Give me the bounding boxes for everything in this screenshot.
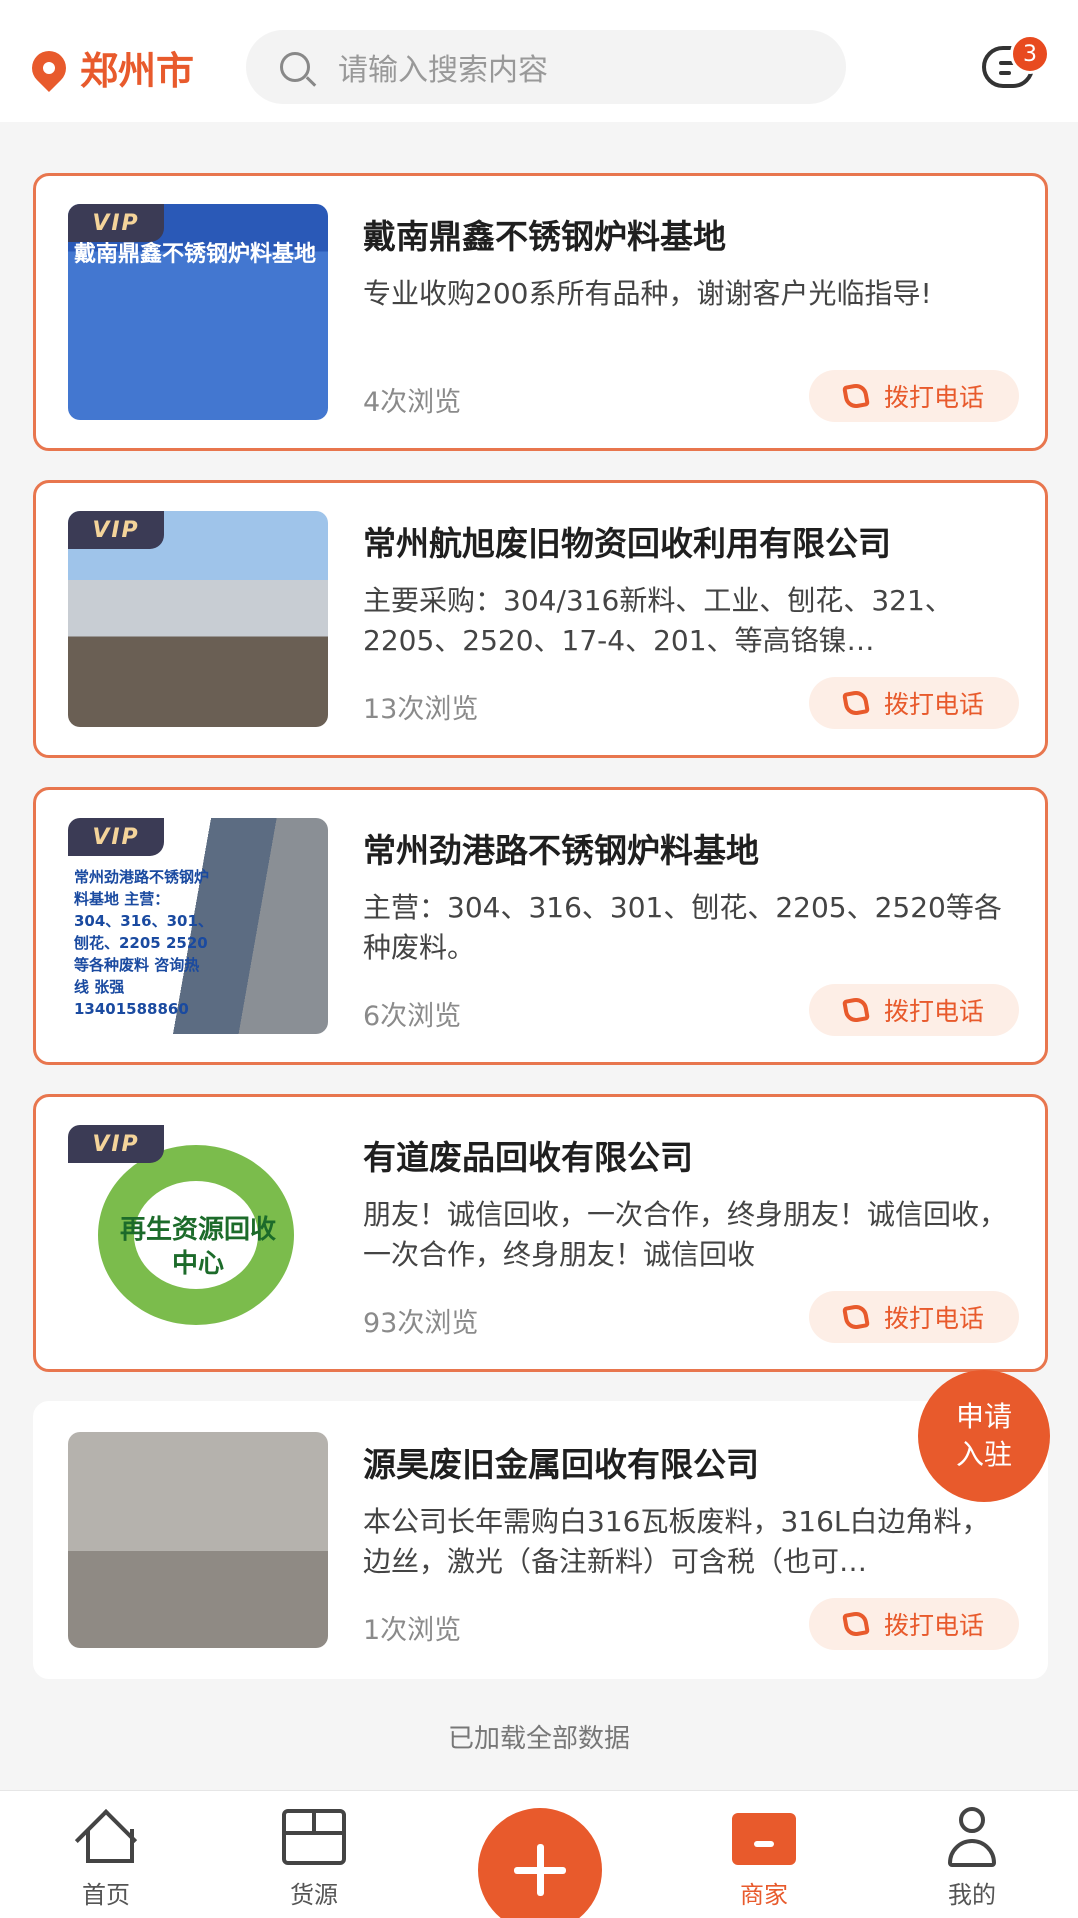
search-placeholder: 请输入搜索内容: [338, 53, 548, 88]
call-button[interactable]: 拨打电话: [809, 370, 1019, 422]
call-button-label: 拨打电话: [883, 383, 984, 412]
merchant-card[interactable]: 常州劲港路不锈钢炉料基地 主营：304、316、301、刨花、2205 2520…: [33, 787, 1048, 1065]
merchant-name: 戴南鼎鑫不锈钢炉料基地: [363, 217, 726, 256]
call-button[interactable]: 拨打电话: [809, 1598, 1019, 1650]
phone-icon: [842, 1610, 870, 1638]
phone-icon: [842, 996, 870, 1024]
merchant-name: 常州航旭废旧物资回收利用有限公司: [363, 524, 891, 563]
apply-join-line2: 入驻: [955, 1438, 1012, 1471]
location-pin-icon: [24, 43, 74, 92]
merchant-description: 本公司长年需购白316瓦板废料，316L白边角料，边丝，激光（备注新料）可含税（…: [363, 1505, 990, 1578]
tab-profile[interactable]: 我的: [902, 1791, 1042, 1918]
call-button-label: 拨打电话: [883, 997, 984, 1026]
shop-icon: [732, 1813, 796, 1865]
merchant-description: 专业收购200系所有品种，谢谢客户光临指导!: [363, 277, 932, 310]
phone-icon: [842, 689, 870, 717]
merchant-image: 再生资源回收中心 VIP: [68, 1125, 328, 1341]
apply-join-line1: 申请: [955, 1400, 1012, 1433]
view-count: 13次浏览: [363, 694, 479, 725]
merchant-name: 常州劲港路不锈钢炉料基地: [363, 831, 759, 870]
merchant-card[interactable]: 再生资源回收中心 VIP 有道废品回收有限公司 朋友！诚信回收，一次合作，终身朋…: [33, 1094, 1048, 1372]
merchant-image: VIP: [68, 511, 328, 727]
tab-label: 商家: [740, 1881, 788, 1909]
tab-label: 货源: [290, 1881, 338, 1909]
call-button[interactable]: 拨打电话: [809, 984, 1019, 1036]
tab-label: 首页: [82, 1881, 130, 1909]
city-name: 郑州市: [80, 49, 195, 93]
vip-badge: VIP: [68, 1125, 164, 1163]
search-icon: [280, 52, 310, 82]
phone-icon: [842, 382, 870, 410]
merchant-image: 常州劲港路不锈钢炉料基地 主营：304、316、301、刨花、2205 2520…: [68, 818, 328, 1034]
image-caption: 再生资源回收中心: [119, 1215, 276, 1279]
merchant-image: 戴南鼎鑫不锈钢炉料基地 VIP: [68, 204, 328, 420]
call-button-label: 拨打电话: [883, 690, 984, 719]
merchant-card[interactable]: VIP 常州航旭废旧物资回收利用有限公司 主要采购：304/316新料、工业、刨…: [33, 480, 1048, 758]
vip-badge: VIP: [68, 511, 164, 549]
message-count-badge: 3: [1010, 34, 1050, 74]
tab-label: 我的: [948, 1881, 996, 1909]
call-button-label: 拨打电话: [883, 1304, 984, 1333]
merchant-description: 主要采购：304/316新料、工业、刨花、321、2205、2520、17-4、…: [363, 584, 953, 657]
view-count: 6次浏览: [363, 1001, 462, 1032]
vip-badge: VIP: [68, 204, 164, 242]
top-bar: 郑州市 请输入搜索内容 3: [0, 0, 1078, 122]
all-loaded-text: 已加载全部数据: [447, 1724, 630, 1754]
view-count: 1次浏览: [363, 1615, 462, 1646]
apply-join-button[interactable]: 申请 入驻: [918, 1370, 1050, 1502]
tab-home[interactable]: 首页: [36, 1791, 176, 1918]
tab-goods[interactable]: 货源: [244, 1791, 384, 1918]
user-icon: [948, 1807, 996, 1869]
merchant-card[interactable]: 戴南鼎鑫不锈钢炉料基地 VIP 戴南鼎鑫不锈钢炉料基地 专业收购200系所有品种…: [33, 173, 1048, 451]
home-icon: [76, 1809, 136, 1863]
phone-icon: [842, 1303, 870, 1331]
merchant-card[interactable]: 源昊废旧金属回收有限公司 本公司长年需购白316瓦板废料，316L白边角料，边丝…: [33, 1401, 1048, 1679]
vip-badge: VIP: [68, 818, 164, 856]
search-input[interactable]: 请输入搜索内容: [246, 30, 846, 104]
call-button[interactable]: 拨打电话: [809, 1291, 1019, 1343]
tab-merchants[interactable]: 商家: [694, 1791, 834, 1918]
image-caption: 常州劲港路不锈钢炉料基地 主营：304、316、301、刨花、2205 2520…: [74, 868, 213, 1018]
call-button[interactable]: 拨打电话: [809, 677, 1019, 729]
view-count: 93次浏览: [363, 1308, 479, 1339]
merchant-description: 主营：304、316、301、刨花、2205、2520等各种废料。: [363, 891, 1002, 964]
merchant-name: 源昊废旧金属回收有限公司: [363, 1445, 759, 1484]
merchant-description: 朋友！诚信回收，一次合作，终身朋友！诚信回收，一次合作，终身朋友！诚信回收: [363, 1198, 1008, 1271]
box-icon: [282, 1809, 346, 1865]
view-count: 4次浏览: [363, 387, 462, 418]
call-button-label: 拨打电话: [883, 1611, 984, 1640]
city-selector[interactable]: 郑州市: [24, 40, 195, 95]
merchant-image: [68, 1432, 328, 1648]
merchant-name: 有道废品回收有限公司: [363, 1138, 693, 1177]
